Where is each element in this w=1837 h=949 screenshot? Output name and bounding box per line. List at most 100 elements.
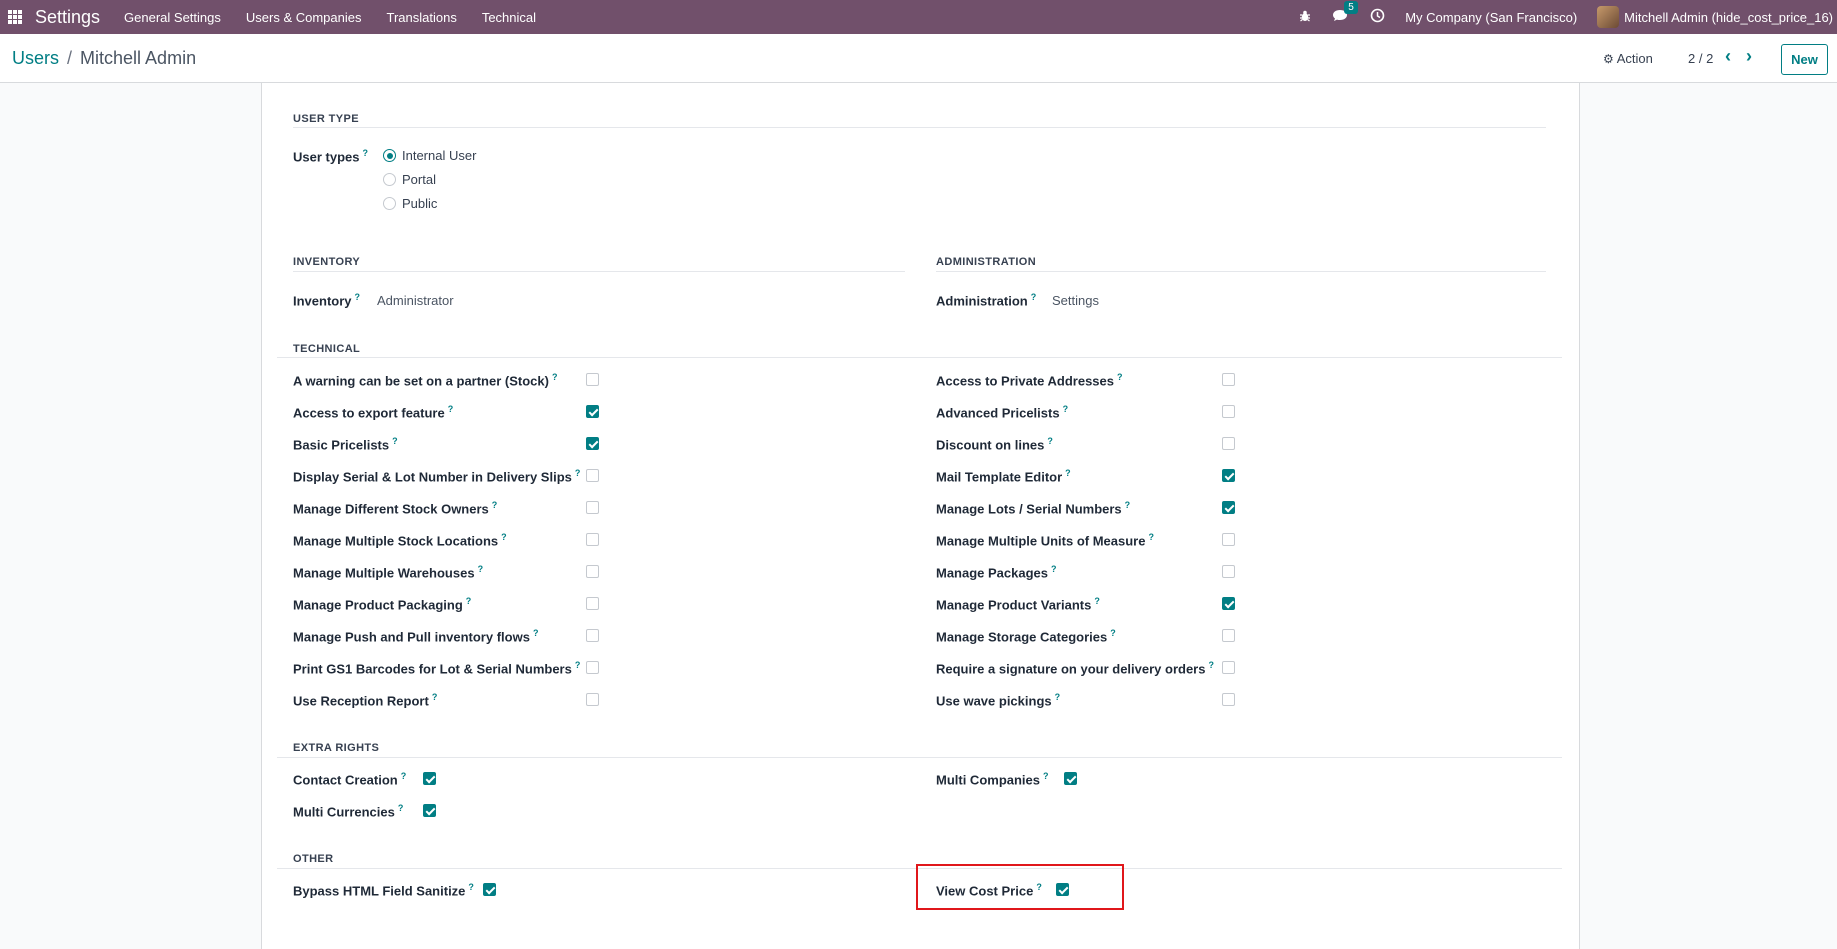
- help-icon[interactable]: ?: [501, 532, 507, 542]
- section-title-inventory: INVENTORY: [293, 256, 361, 268]
- bypass-html-checkbox[interactable]: [483, 883, 496, 896]
- breadcrumb-separator: /: [67, 48, 73, 68]
- radio-internal-user[interactable]: [383, 149, 396, 162]
- administration-label: Administration?: [936, 292, 1037, 309]
- help-icon[interactable]: ?: [1110, 628, 1116, 638]
- technical-option-checkbox[interactable]: [586, 469, 599, 482]
- technical-option-label: Basic Pricelists?: [293, 436, 398, 453]
- help-icon[interactable]: ?: [1047, 436, 1053, 446]
- user-menu[interactable]: Mitchell Admin (hide_cost_price_16): [1624, 10, 1833, 25]
- technical-option-checkbox[interactable]: [586, 693, 599, 706]
- help-icon[interactable]: ?: [468, 882, 474, 892]
- technical-option-checkbox[interactable]: [1222, 533, 1235, 546]
- help-icon[interactable]: ?: [466, 596, 472, 606]
- bug-icon[interactable]: [1298, 9, 1312, 26]
- chevron-right-icon[interactable]: ›: [1746, 46, 1752, 67]
- technical-option-checkbox[interactable]: [586, 373, 599, 386]
- help-icon[interactable]: ?: [392, 436, 398, 446]
- technical-option-checkbox[interactable]: [586, 533, 599, 546]
- technical-option-checkbox[interactable]: [1222, 405, 1235, 418]
- help-icon[interactable]: ?: [1117, 372, 1123, 382]
- technical-option-checkbox[interactable]: [1222, 629, 1235, 642]
- inventory-select[interactable]: Administrator: [377, 293, 454, 308]
- menu-translations[interactable]: Translations: [387, 10, 457, 25]
- technical-option-checkbox[interactable]: [1222, 565, 1235, 578]
- technical-option-label: Use Reception Report?: [293, 692, 438, 709]
- app-brand[interactable]: Settings: [35, 7, 100, 28]
- multi-currencies-checkbox[interactable]: [423, 804, 436, 817]
- chat-icon[interactable]: 5: [1332, 0, 1358, 26]
- radio-portal[interactable]: [383, 173, 396, 186]
- section-title-extra-rights: EXTRA RIGHTS: [293, 742, 380, 754]
- help-icon[interactable]: ?: [1063, 404, 1069, 414]
- menu-general-settings[interactable]: General Settings: [124, 10, 221, 25]
- help-icon[interactable]: ?: [575, 468, 581, 478]
- radio-public[interactable]: [383, 197, 396, 210]
- help-icon[interactable]: ?: [1208, 660, 1214, 670]
- technical-option-checkbox[interactable]: [1222, 661, 1235, 674]
- technical-option-checkbox[interactable]: [586, 565, 599, 578]
- help-icon[interactable]: ?: [1043, 771, 1049, 781]
- help-icon[interactable]: ?: [1055, 692, 1061, 702]
- radio-label-internal-user[interactable]: Internal User: [402, 148, 476, 163]
- menu-technical[interactable]: Technical: [482, 10, 536, 25]
- action-menu-button[interactable]: ⚙ Action: [1603, 51, 1653, 66]
- technical-option-label: Require a signature on your delivery ord…: [936, 660, 1214, 677]
- help-icon[interactable]: ?: [1125, 500, 1131, 510]
- technical-option-label: Manage Product Variants?: [936, 596, 1100, 613]
- help-icon[interactable]: ?: [1148, 532, 1154, 542]
- navbar-systray: 5 My Company (San Francisco) Mitchell Ad…: [1298, 0, 1837, 34]
- technical-option-checkbox[interactable]: [1222, 501, 1235, 514]
- help-icon[interactable]: ?: [448, 404, 454, 414]
- company-switcher[interactable]: My Company (San Francisco): [1405, 10, 1577, 25]
- breadcrumb: Users / Mitchell Admin: [12, 48, 196, 69]
- technical-option-checkbox[interactable]: [1222, 469, 1235, 482]
- technical-option-checkbox[interactable]: [586, 661, 599, 674]
- technical-option-checkbox[interactable]: [586, 405, 599, 418]
- technical-option-checkbox[interactable]: [1222, 373, 1235, 386]
- apps-grid-icon[interactable]: [8, 10, 22, 24]
- control-panel: Users / Mitchell Admin ⚙ Action 2 / 2 ‹ …: [0, 34, 1837, 83]
- technical-option-checkbox[interactable]: [1222, 693, 1235, 706]
- chevron-left-icon[interactable]: ‹: [1725, 46, 1731, 67]
- help-icon[interactable]: ?: [478, 564, 484, 574]
- help-icon[interactable]: ?: [401, 771, 407, 781]
- help-icon[interactable]: ?: [1051, 564, 1057, 574]
- help-icon[interactable]: ?: [432, 692, 438, 702]
- section-divider: [277, 757, 1562, 758]
- multi-companies-checkbox[interactable]: [1064, 772, 1077, 785]
- radio-label-public[interactable]: Public: [402, 196, 437, 211]
- technical-option-label: Access to export feature?: [293, 404, 454, 421]
- contact-creation-checkbox[interactable]: [423, 772, 436, 785]
- bypass-html-label: Bypass HTML Field Sanitize?: [293, 882, 474, 899]
- help-icon[interactable]: ?: [362, 148, 368, 158]
- help-icon[interactable]: ?: [552, 372, 558, 382]
- contact-creation-label: Contact Creation?: [293, 771, 407, 788]
- technical-option-checkbox[interactable]: [586, 437, 599, 450]
- pager-value[interactable]: 2 / 2: [1688, 51, 1713, 66]
- clock-icon[interactable]: [1370, 8, 1385, 26]
- technical-option-label: Discount on lines?: [936, 436, 1053, 453]
- help-icon[interactable]: ?: [533, 628, 539, 638]
- technical-option-label: Manage Multiple Units of Measure?: [936, 532, 1154, 549]
- technical-option-checkbox[interactable]: [1222, 597, 1235, 610]
- new-button[interactable]: New: [1781, 44, 1828, 75]
- technical-option-checkbox[interactable]: [586, 501, 599, 514]
- help-icon[interactable]: ?: [575, 660, 581, 670]
- breadcrumb-users-link[interactable]: Users: [12, 48, 59, 69]
- user-avatar[interactable]: [1597, 6, 1620, 28]
- technical-option-label: Display Serial & Lot Number in Delivery …: [293, 468, 581, 485]
- technical-option-checkbox[interactable]: [1222, 437, 1235, 450]
- help-icon[interactable]: ?: [1094, 596, 1100, 606]
- help-icon[interactable]: ?: [355, 292, 361, 302]
- help-icon[interactable]: ?: [1065, 468, 1071, 478]
- menu-users-companies[interactable]: Users & Companies: [246, 10, 362, 25]
- technical-option-checkbox[interactable]: [586, 597, 599, 610]
- help-icon[interactable]: ?: [492, 500, 498, 510]
- technical-option-checkbox[interactable]: [586, 629, 599, 642]
- user-types-label: User types?: [293, 148, 368, 165]
- help-icon[interactable]: ?: [1031, 292, 1037, 302]
- administration-select[interactable]: Settings: [1052, 293, 1099, 308]
- radio-label-portal[interactable]: Portal: [402, 172, 436, 187]
- help-icon[interactable]: ?: [398, 803, 404, 813]
